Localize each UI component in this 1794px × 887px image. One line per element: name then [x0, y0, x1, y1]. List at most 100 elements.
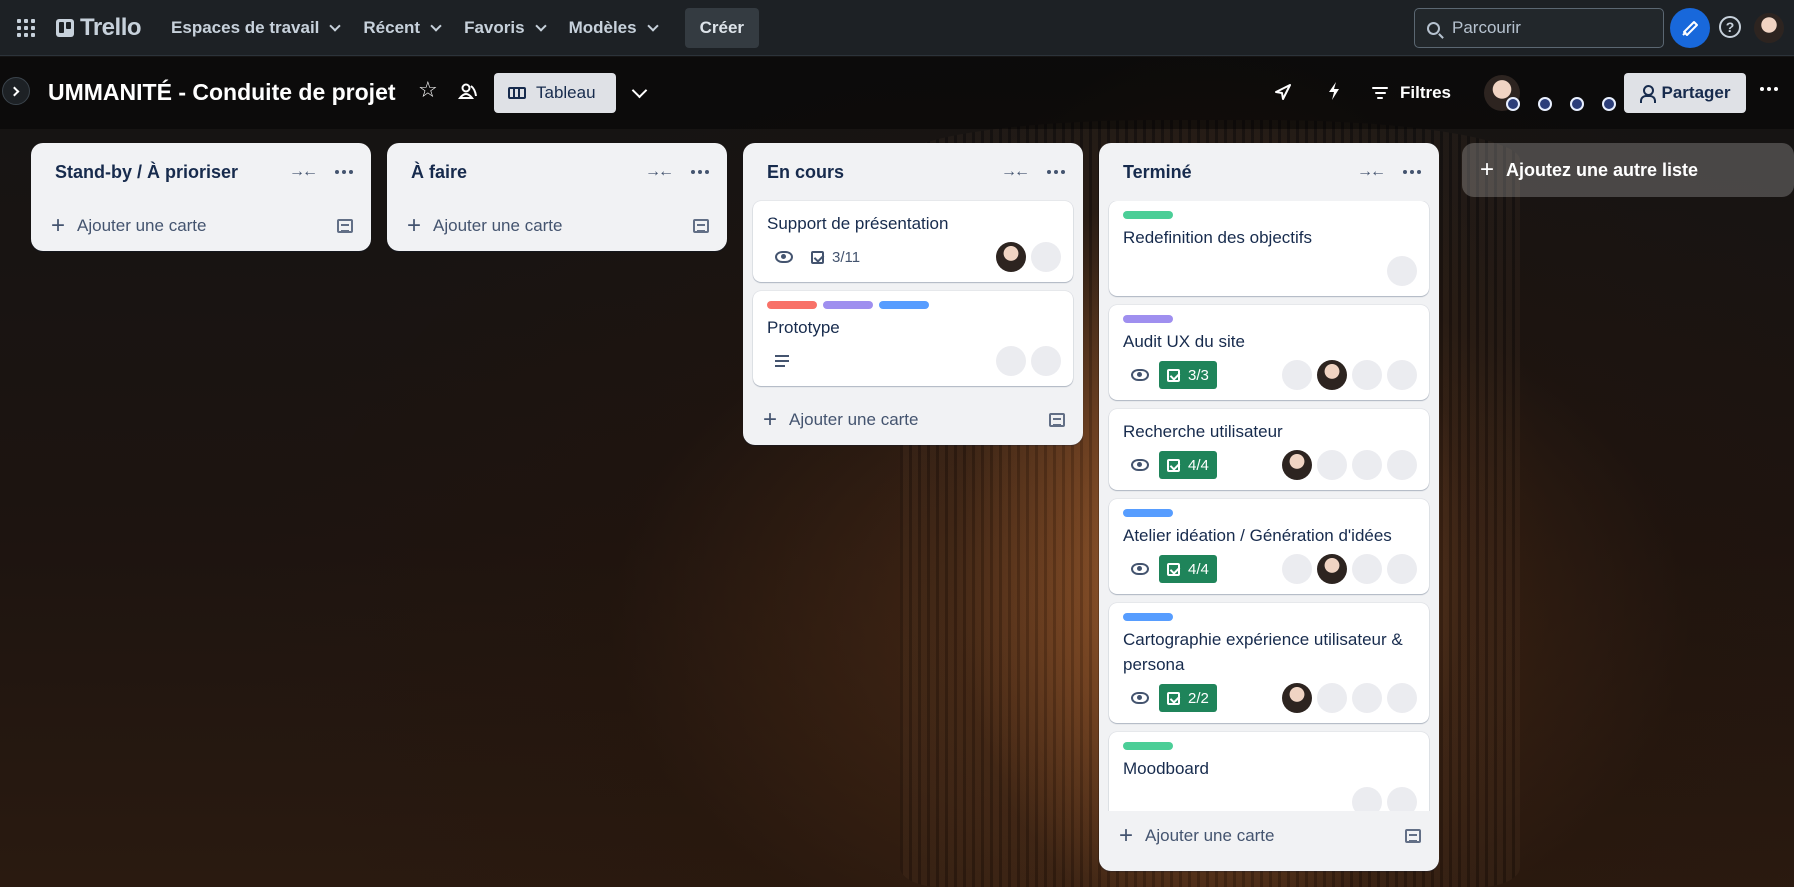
list-menu-icon[interactable] [1399, 166, 1425, 178]
member-avatar[interactable] [1352, 360, 1382, 390]
label-blue[interactable] [1123, 613, 1173, 621]
member-avatar[interactable] [1317, 450, 1347, 480]
board-title[interactable]: UMMANITÉ - Conduite de projet [48, 79, 396, 106]
sidebar-expand-button[interactable] [2, 77, 30, 105]
automation-icon[interactable] [1326, 81, 1342, 101]
board-header: UMMANITÉ - Conduite de projet ☆ Tableau … [0, 57, 1794, 129]
collapse-icon[interactable]: →← [1357, 163, 1386, 181]
add-list-button[interactable]: + Ajoutez une autre liste [1462, 143, 1794, 197]
card-recherche-utilisateur[interactable]: Recherche utilisateur 4/4 [1109, 409, 1429, 490]
member-avatar[interactable] [996, 242, 1026, 272]
list-title[interactable]: En cours [767, 162, 1001, 183]
add-card-button[interactable]: + Ajouter une carte [1099, 811, 1439, 861]
card-template-icon[interactable] [693, 219, 709, 233]
label-blue[interactable] [879, 301, 929, 309]
member-avatar[interactable] [1282, 683, 1312, 713]
board-view-button[interactable]: Tableau [494, 73, 616, 113]
menu-templates[interactable]: Modèles [557, 8, 669, 48]
list-menu-icon[interactable] [687, 166, 713, 178]
checklist-badge: 2/2 [1159, 684, 1217, 712]
member-avatar[interactable] [1031, 346, 1061, 376]
label-purple[interactable] [1123, 315, 1173, 323]
trello-logo[interactable]: Trello [56, 14, 142, 42]
member-avatar[interactable] [1282, 360, 1312, 390]
card-support-presentation[interactable]: Support de présentation 3/11 [753, 201, 1073, 282]
member-avatar[interactable] [1317, 554, 1347, 584]
add-card-button[interactable]: + Ajouter une carte [31, 201, 371, 251]
member-avatar[interactable] [1352, 683, 1382, 713]
more-options-icon[interactable] [1760, 87, 1778, 91]
member-avatar[interactable] [1282, 450, 1312, 480]
card-members [1387, 256, 1417, 286]
add-card-button[interactable]: + Ajouter une carte [743, 395, 1083, 445]
label-red[interactable] [767, 301, 817, 309]
help-icon[interactable]: ? [1719, 16, 1741, 38]
label-green[interactable] [1123, 742, 1173, 750]
workspace-visibility-icon[interactable] [458, 81, 478, 101]
collapse-icon[interactable]: →← [1001, 163, 1030, 181]
card-redefinition-objectifs[interactable]: Redefinition des objectifs [1109, 201, 1429, 296]
label-blue[interactable] [1123, 509, 1173, 517]
collapse-icon[interactable]: →← [645, 163, 674, 181]
card-template-icon[interactable] [1405, 829, 1421, 843]
card-title: Prototype [767, 318, 840, 337]
member-avatar[interactable] [1352, 554, 1382, 584]
card-prototype[interactable]: Prototype [753, 291, 1073, 386]
plus-icon: + [407, 212, 422, 239]
member-avatar[interactable] [1031, 242, 1061, 272]
checklist-icon [811, 250, 824, 264]
member-avatar[interactable] [1352, 450, 1382, 480]
member-avatar[interactable] [1317, 683, 1347, 713]
member-avatar[interactable] [1570, 97, 1584, 111]
card-cartographie[interactable]: Cartographie expérience utilisateur & pe… [1109, 603, 1429, 723]
member-avatar[interactable] [1602, 97, 1616, 111]
member-avatar[interactable] [1317, 360, 1347, 390]
star-icon[interactable]: ☆ [418, 77, 438, 103]
card-labels [1123, 742, 1417, 750]
member-avatar[interactable] [1387, 787, 1417, 811]
list-menu-icon[interactable] [1043, 166, 1069, 178]
checklist-icon [1167, 458, 1180, 472]
member-avatar[interactable] [1282, 554, 1312, 584]
member-avatar[interactable] [1387, 256, 1417, 286]
list-title[interactable]: À faire [411, 162, 645, 183]
filters-button[interactable]: Filtres [1372, 73, 1451, 113]
member-avatar[interactable] [1387, 450, 1417, 480]
label-green[interactable] [1123, 211, 1173, 219]
card-scroll-area[interactable]: Redefinition des objectifs Audit UX du s… [1099, 201, 1439, 811]
card-atelier-ideation[interactable]: Atelier idéation / Génération d'idées 4/… [1109, 499, 1429, 594]
search-input[interactable]: Parcourir [1414, 8, 1664, 48]
card-template-icon[interactable] [337, 219, 353, 233]
menu-recent[interactable]: Récent [351, 8, 452, 48]
member-avatar[interactable] [996, 346, 1026, 376]
create-button[interactable]: Créer [684, 7, 760, 48]
chevron-down-icon[interactable] [631, 82, 648, 99]
share-button[interactable]: Partager [1624, 73, 1746, 113]
watch-icon [1131, 563, 1149, 575]
add-card-button[interactable]: + Ajouter une carte [387, 201, 727, 251]
power-ups-icon[interactable] [1274, 83, 1292, 101]
list-title[interactable]: Stand-by / À prioriser [55, 162, 289, 183]
app-switcher-icon[interactable] [14, 16, 38, 40]
member-avatar[interactable] [1538, 97, 1552, 111]
card-badges: 4/4 [1123, 450, 1417, 480]
card-audit-ux[interactable]: Audit UX du site 3/3 [1109, 305, 1429, 400]
notifications-button[interactable] [1670, 8, 1710, 48]
member-avatar[interactable] [1387, 554, 1417, 584]
card-moodboard[interactable]: Moodboard [1109, 732, 1429, 811]
list-todo: À faire →← + Ajouter une carte [387, 143, 727, 251]
member-avatar[interactable] [1387, 360, 1417, 390]
add-member-icon [1639, 85, 1656, 103]
card-title: Cartographie expérience utilisateur & pe… [1123, 630, 1403, 674]
collapse-icon[interactable]: →← [289, 163, 318, 181]
member-avatar[interactable] [1352, 787, 1382, 811]
list-title[interactable]: Terminé [1123, 162, 1357, 183]
list-menu-icon[interactable] [331, 166, 357, 178]
add-card-label: Ajouter une carte [789, 410, 919, 429]
account-avatar[interactable] [1754, 13, 1784, 43]
label-purple[interactable] [823, 301, 873, 309]
member-avatar[interactable] [1387, 683, 1417, 713]
menu-workspaces[interactable]: Espaces de travail [159, 8, 351, 48]
menu-starred[interactable]: Favoris [452, 8, 556, 48]
card-template-icon[interactable] [1049, 413, 1065, 427]
